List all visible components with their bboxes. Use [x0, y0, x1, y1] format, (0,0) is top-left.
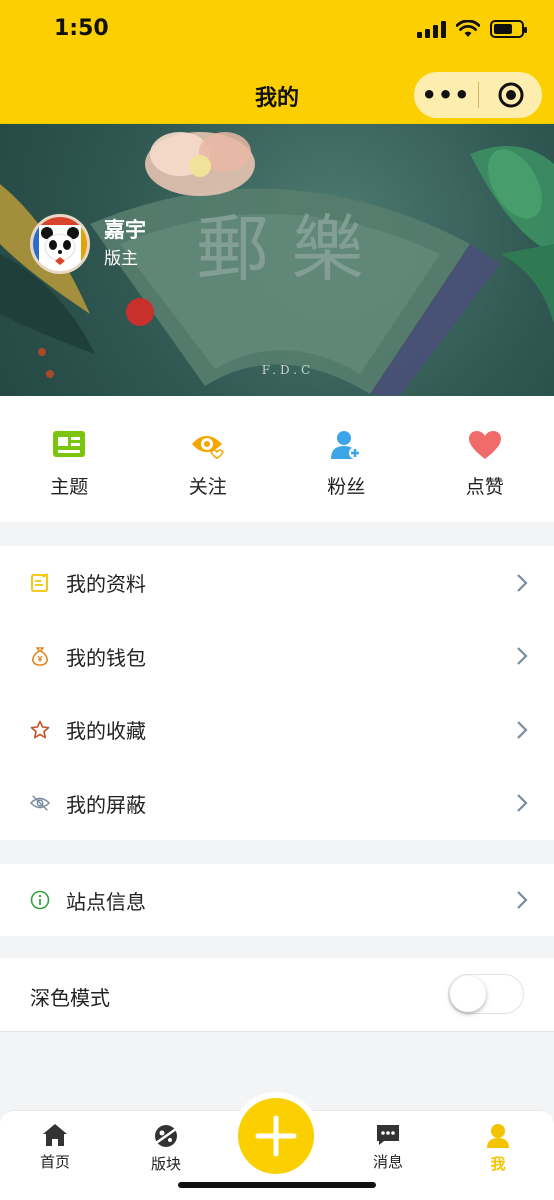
menu-item-blocked[interactable]: 我的屏蔽 — [0, 767, 554, 841]
wallet-money-bag-icon — [30, 646, 50, 667]
dark-mode-label: 深色模式 — [30, 986, 110, 1010]
mini-program-capsule: ••• — [414, 72, 542, 118]
info-circle-icon — [30, 890, 50, 910]
stats-row: 主题 关注 粉丝 点赞 — [0, 396, 554, 522]
tab-label: 消息 — [372, 1153, 403, 1171]
more-menu-button[interactable]: ••• — [414, 72, 478, 118]
stat-label: 点赞 — [465, 476, 504, 498]
dark-mode-toggle[interactable] — [448, 974, 524, 1014]
home-icon — [43, 1124, 67, 1146]
star-icon — [30, 720, 50, 740]
banner-calligraphy: 郵 樂 — [197, 207, 364, 291]
me-user-icon — [487, 1124, 509, 1148]
stat-label: 关注 — [188, 476, 227, 498]
post-fab-button[interactable] — [238, 1098, 314, 1174]
avatar[interactable] — [30, 214, 90, 274]
stat-topics[interactable]: 主题 — [0, 396, 139, 522]
plus-icon — [255, 1115, 297, 1157]
stat-following[interactable]: 关注 — [139, 396, 278, 522]
tab-boards[interactable]: 版块 — [121, 1123, 211, 1174]
menu-item-favorites[interactable]: 我的收藏 — [0, 693, 554, 767]
menu-item-label: 站点信息 — [66, 889, 146, 914]
stat-label: 粉丝 — [327, 476, 366, 498]
panda-avatar-icon — [33, 217, 87, 271]
chevron-right-icon — [517, 794, 528, 813]
top-header: 1:50 我的 ••• — [0, 0, 554, 124]
profile-edit-icon — [30, 572, 50, 593]
tab-label: 版块 — [150, 1155, 181, 1173]
tab-home[interactable]: 首页 — [10, 1123, 100, 1172]
dark-mode-row: 深色模式 — [0, 958, 554, 1032]
tab-label: 我 — [490, 1155, 506, 1173]
menu-item-site-info[interactable]: 站点信息 — [0, 864, 554, 936]
tab-me[interactable]: 我 — [453, 1123, 543, 1174]
menu-item-label: 我的钱包 — [66, 645, 146, 670]
menu-item-profile[interactable]: 我的资料 — [0, 546, 554, 620]
site-info-card: 站点信息 — [0, 864, 554, 936]
heart-icon — [468, 431, 501, 459]
home-indicator — [178, 1182, 376, 1188]
banner-caption: F.D.C — [262, 363, 314, 377]
user-role: 版主 — [104, 249, 138, 269]
target-icon — [498, 82, 523, 108]
stat-fans[interactable]: 粉丝 — [277, 396, 416, 522]
battery-icon — [490, 20, 527, 38]
stat-label: 主题 — [50, 476, 89, 498]
user-name[interactable]: 嘉宇 — [104, 214, 146, 244]
wifi-icon — [456, 20, 480, 37]
chevron-right-icon — [517, 647, 528, 666]
toggle-knob — [450, 976, 486, 1012]
tab-messages[interactable]: 消息 — [343, 1123, 433, 1172]
status-time: 1:50 — [54, 16, 109, 41]
profile-banner: 郵 樂 F.D.C 嘉宇 版主 — [0, 124, 554, 396]
close-target-button[interactable] — [479, 81, 542, 109]
status-icons — [417, 20, 527, 38]
board-planet-icon — [155, 1125, 177, 1147]
topic-icon — [53, 431, 86, 457]
chevron-right-icon — [517, 720, 528, 739]
chevron-right-icon — [517, 891, 528, 909]
chevron-right-icon — [517, 573, 528, 592]
menu-item-wallet[interactable]: 我的钱包 — [0, 620, 554, 694]
stat-likes[interactable]: 点赞 — [416, 396, 554, 522]
menu-item-label: 我的收藏 — [66, 719, 146, 744]
tab-label: 首页 — [39, 1153, 70, 1171]
follow-eye-icon — [191, 436, 224, 459]
eye-hidden-icon — [30, 793, 50, 813]
menu-item-label: 我的屏蔽 — [66, 792, 146, 817]
cellular-signal-icon — [417, 20, 446, 38]
message-icon — [377, 1125, 399, 1145]
menu-card: 我的资料 我的钱包 我的收藏 我的屏蔽 — [0, 546, 554, 840]
fans-user-icon — [331, 431, 362, 459]
status-bar: 1:50 — [0, 0, 554, 60]
menu-item-label: 我的资料 — [66, 572, 146, 597]
